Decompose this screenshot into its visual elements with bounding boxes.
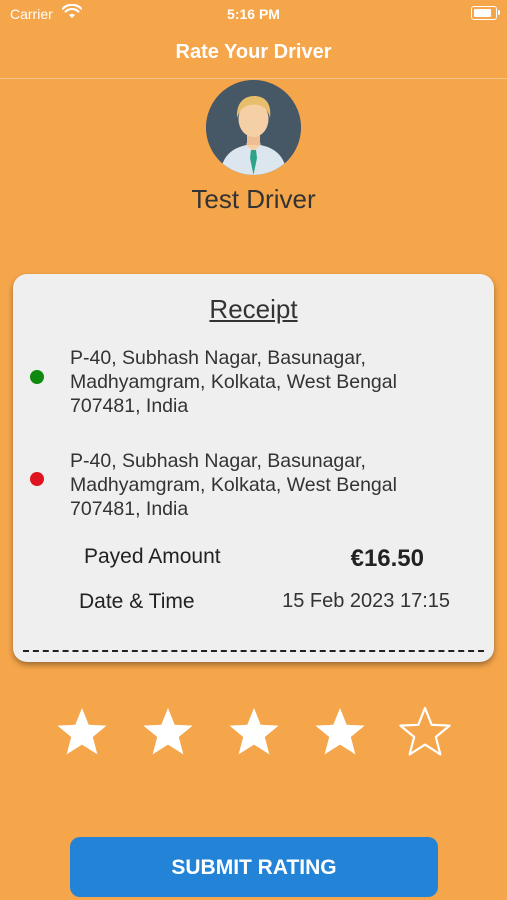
pickup-address-line: P-40, Subhash Nagar, Basunagar, bbox=[70, 347, 366, 369]
pickup-address-line: 707481, India bbox=[70, 395, 189, 417]
dropoff-address-line: 707481, India bbox=[70, 498, 189, 520]
pickup-address-line: Madhyamgram, Kolkata, West Bengal bbox=[70, 371, 397, 393]
battery-level bbox=[474, 9, 491, 17]
amount-label: Payed Amount bbox=[84, 545, 221, 568]
driver-name: Test Driver bbox=[191, 184, 316, 214]
datetime-value: 15 Feb 2023 17:15 bbox=[282, 590, 450, 612]
dropoff-address: P-40, Subhash Nagar, Basunagar, Madhyamg… bbox=[70, 449, 470, 521]
star-rating[interactable] bbox=[0, 705, 507, 775]
star-empty-icon[interactable] bbox=[397, 705, 453, 761]
page-title: Rate Your Driver bbox=[0, 30, 507, 79]
status-bar: Carrier 5:16 PM bbox=[0, 0, 507, 30]
clock-time: 5:16 PM bbox=[227, 6, 280, 22]
amount-value: €16.50 bbox=[350, 545, 424, 572]
dropoff-dot-icon bbox=[30, 472, 44, 486]
submit-rating-button[interactable]: SUBMIT RATING bbox=[70, 837, 438, 897]
star-filled-icon[interactable] bbox=[226, 705, 282, 761]
receipt-card: Receipt P-40, Subhash Nagar, Basunagar, … bbox=[13, 274, 494, 662]
pickup-dot-icon bbox=[30, 370, 44, 384]
star-filled-icon[interactable] bbox=[140, 705, 196, 761]
pickup-address: P-40, Subhash Nagar, Basunagar, Madhyamg… bbox=[70, 346, 470, 418]
datetime-label: Date & Time bbox=[79, 590, 195, 613]
battery-icon bbox=[471, 6, 500, 20]
dropoff-address-line: P-40, Subhash Nagar, Basunagar, bbox=[70, 450, 366, 472]
driver-avatar bbox=[206, 80, 301, 175]
receipt-title: Receipt bbox=[209, 294, 298, 324]
star-filled-icon[interactable] bbox=[312, 705, 368, 761]
receipt-divider bbox=[23, 650, 484, 652]
dropoff-address-line: Madhyamgram, Kolkata, West Bengal bbox=[70, 474, 397, 496]
star-filled-icon[interactable] bbox=[54, 705, 110, 761]
